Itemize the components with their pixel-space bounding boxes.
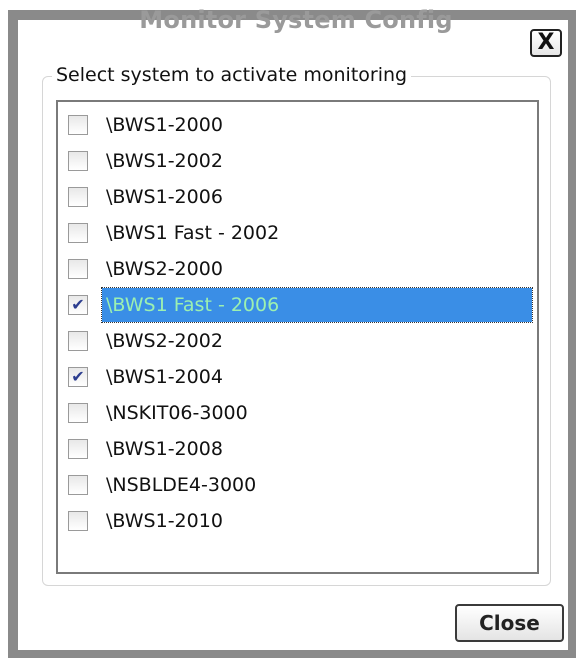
close-button[interactable]: Close <box>455 604 564 642</box>
checkbox-checked[interactable]: ✔ <box>68 295 88 315</box>
list-item[interactable]: \BWS1-2008 <box>66 431 536 467</box>
list-item[interactable]: \NSBLDE4-3000 <box>66 467 536 503</box>
checkbox[interactable] <box>68 151 88 171</box>
checkbox[interactable] <box>68 403 88 423</box>
list-item-label: \BWS1 Fast - 2006 <box>101 287 533 323</box>
checkbox[interactable] <box>68 511 88 531</box>
list-item[interactable]: \BWS1-2006 <box>66 179 536 215</box>
list-item[interactable]: ✔ \BWS1 Fast - 2006 <box>66 287 536 323</box>
list-item-label: \BWS1-2004 <box>106 366 223 388</box>
list-item[interactable]: \BWS1 Fast - 2002 <box>66 215 536 251</box>
checkmark-icon: ✔ <box>71 295 85 314</box>
checkbox[interactable] <box>68 331 88 351</box>
list-item[interactable]: \BWS2-2000 <box>66 251 536 287</box>
list-item[interactable]: ✔ \BWS1-2004 <box>66 359 536 395</box>
list-item-label: \BWS1 Fast - 2002 <box>106 222 280 244</box>
checkbox[interactable] <box>68 439 88 459</box>
checkbox[interactable] <box>68 259 88 279</box>
list-item-label: \BWS2-2002 <box>106 330 223 352</box>
list-item-label: \NSBLDE4-3000 <box>106 474 257 496</box>
checkbox[interactable] <box>68 187 88 207</box>
list-item[interactable]: \BWS1-2002 <box>66 143 536 179</box>
list-item-label: \BWS2-2000 <box>106 258 223 280</box>
checkbox-checked[interactable]: ✔ <box>68 367 88 387</box>
list-item-label: \NSKIT06-3000 <box>106 402 248 424</box>
checkmark-icon: ✔ <box>71 367 85 386</box>
list-item[interactable]: \BWS1-2010 <box>66 503 536 539</box>
checkbox[interactable] <box>68 223 88 243</box>
list-item[interactable]: \BWS1-2000 <box>66 107 536 143</box>
group-label: Select system to activate monitoring <box>52 64 412 86</box>
list-item-label: \BWS1-2006 <box>106 186 223 208</box>
list-item-label: \BWS1-2008 <box>106 438 223 460</box>
list-item-label: \BWS1-2002 <box>106 150 223 172</box>
list-item-label: \BWS1-2010 <box>106 510 223 532</box>
dialog-title: Monitor System Config <box>139 6 453 34</box>
list-item[interactable]: \NSKIT06-3000 <box>66 395 536 431</box>
checkbox[interactable] <box>68 115 88 135</box>
checkbox[interactable] <box>68 475 88 495</box>
close-icon[interactable]: X <box>530 29 562 57</box>
list-item-label: \BWS1-2000 <box>106 114 223 136</box>
list-item[interactable]: \BWS2-2002 <box>66 323 536 359</box>
